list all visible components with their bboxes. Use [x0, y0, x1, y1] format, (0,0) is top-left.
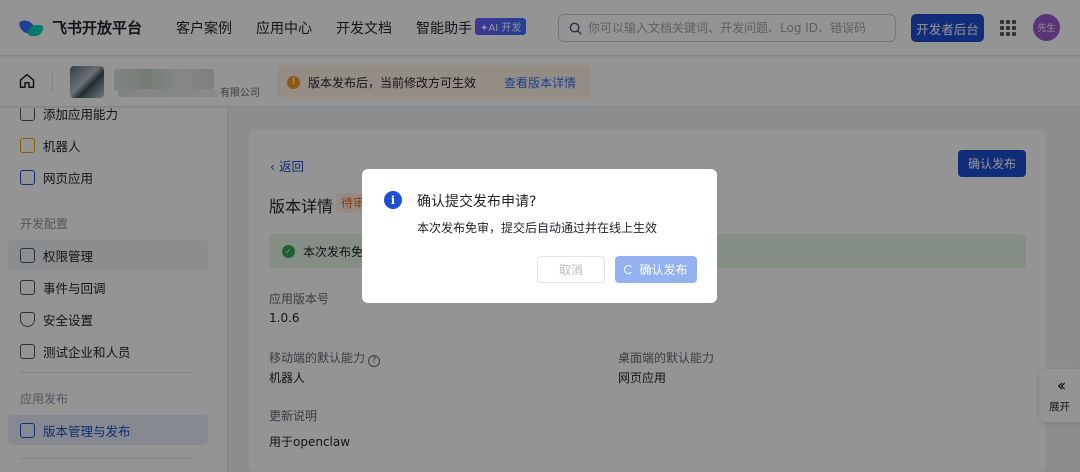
dialog-confirm-label: 确认发布: [639, 263, 688, 277]
dialog-body: 本次发布免审，提交后自动通过并在线上生效: [417, 221, 658, 235]
cancel-button[interactable]: 取消: [537, 256, 605, 283]
dialog-title: 确认提交发布申请?: [417, 194, 537, 210]
loading-spinner-icon: [624, 265, 634, 274]
confirm-dialog: i 确认提交发布申请? 本次发布免审，提交后自动通过并在线上生效 取消 确认发布: [362, 169, 717, 303]
dialog-confirm-button[interactable]: 确认发布: [615, 256, 697, 283]
info-icon: i: [384, 191, 402, 209]
